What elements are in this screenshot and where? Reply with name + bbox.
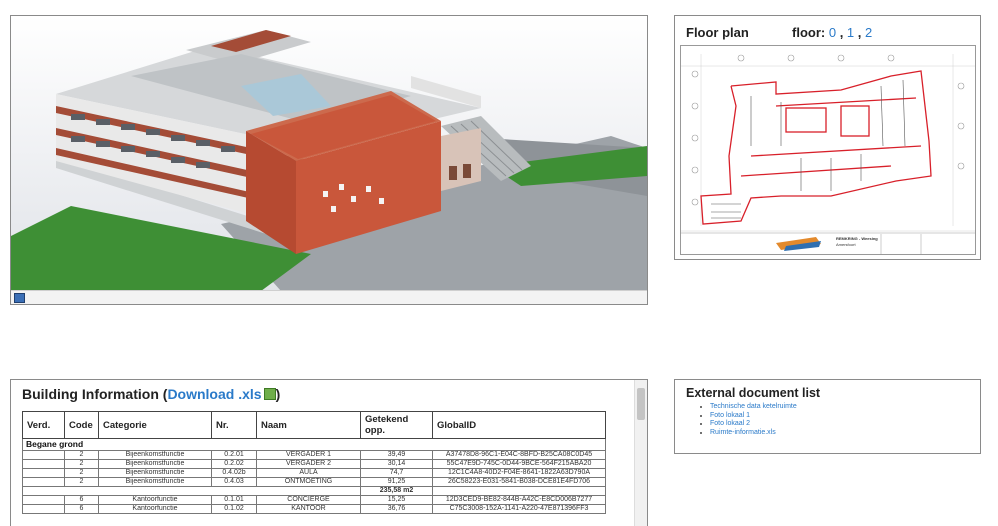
cell-code: 2: [64, 477, 99, 487]
cell-globalid: 12D3CED9-BE82-844B-A42C-E8CD006B7277: [432, 495, 606, 505]
list-item: Foto lokaal 1: [710, 412, 797, 421]
cell-code: 6: [64, 495, 99, 505]
external-document-title: External document list: [686, 386, 821, 400]
cell-opp: 39,49: [360, 450, 433, 460]
table-row[interactable]: 2 Bijeenkomstfunctie 0.4.03 ONTMOETING 9…: [22, 477, 606, 487]
cell-verd: [22, 468, 65, 478]
cell-globalid: C75C3008-152A-1141-A220-47E871396FF3: [432, 504, 606, 514]
scrollbar-thumb[interactable]: [637, 388, 645, 420]
cell-nr: 0.1.01: [211, 495, 257, 505]
cell-categorie: Bijeenkomstfunctie: [98, 468, 212, 478]
col-getekend-opp[interactable]: Getekend opp.: [360, 411, 433, 439]
cell-nr: 0.4.02b: [211, 468, 257, 478]
vertical-scrollbar[interactable]: [634, 380, 647, 526]
cell-opp: 30,14: [360, 459, 433, 469]
cell-categorie: Kantoorfunctie: [98, 504, 212, 514]
cell-code: 6: [64, 504, 99, 514]
col-globalid[interactable]: GlobalID: [432, 411, 606, 439]
floor-selector: floor: 0 , 1 , 2: [792, 25, 873, 40]
building-info-table: Verd. Code Categorie Nr. Naam Getekend o…: [22, 411, 606, 514]
col-nr[interactable]: Nr.: [211, 411, 257, 439]
list-item: Ruimte-informatie.xls: [710, 429, 797, 438]
group-label: Begane grond: [22, 438, 606, 451]
list-item: Foto lokaal 2: [710, 420, 797, 429]
floor-link-2[interactable]: 2: [865, 25, 872, 40]
col-code[interactable]: Code: [64, 411, 99, 439]
floor-plan-title: Floor plan: [686, 25, 749, 40]
plan-location: Amersfoort: [836, 242, 856, 247]
excel-icon: [263, 388, 276, 400]
cell-nr: 0.1.02: [211, 504, 257, 514]
cell-code: 2: [64, 450, 99, 460]
cell-verd: [22, 495, 65, 505]
cell-nr: 0.2.02: [211, 459, 257, 469]
floor-label: floor:: [792, 25, 826, 40]
cell-naam: VERGADER 2: [256, 459, 361, 469]
table-row[interactable]: 2 Bijeenkomstfunctie 0.4.02b AULA 74,7 1…: [22, 468, 606, 478]
cell-categorie: Bijeenkomstfunctie: [98, 477, 212, 487]
col-naam[interactable]: Naam: [256, 411, 361, 439]
cell-verd: [22, 450, 65, 460]
cell-globalid: 55C47E9D-745C-0D44-9BCE-564F215ABA20: [432, 459, 606, 469]
group-row: Begane grond: [22, 438, 606, 451]
external-document-panel: External document list Technische data k…: [674, 379, 981, 454]
cell-globalid: 12C1C4A8-40D2-F04E-8641-1822A63D790A: [432, 468, 606, 478]
table-row[interactable]: 2 Bijeenkomstfunctie 0.2.02 VERGADER 2 3…: [22, 459, 606, 469]
table-row[interactable]: 2 Bijeenkomstfunctie 0.2.01 VERGADER 1 3…: [22, 450, 606, 460]
cell-naam: ONTMOETING: [256, 477, 361, 487]
cell-verd: [22, 459, 65, 469]
cell-globalid: A37478D8-96C1-E04C-8BFD-B25CA08C0D45: [432, 450, 606, 460]
table-row[interactable]: 6 Kantoorfunctie 0.1.02 KANTOOR 36,76 C7…: [22, 504, 606, 514]
subtotal-value: 235,58 m2: [360, 486, 433, 496]
viewer-settings-icon[interactable]: [14, 293, 25, 303]
cell-categorie: Kantoorfunctie: [98, 495, 212, 505]
building-information-panel: Building Information (Download .xls) Ver…: [10, 379, 648, 526]
document-link[interactable]: Technische data ketelruimte: [710, 403, 797, 410]
cell-naam: VERGADER 1: [256, 450, 361, 460]
plan-project-name: REMKRING - Weesing: [836, 236, 878, 241]
3d-model-viewer[interactable]: [10, 15, 648, 305]
cell-categorie: Bijeenkomstfunctie: [98, 459, 212, 469]
floor-plan-panel: Floor plan floor: 0 , 1 , 2 REMKRING - W…: [674, 15, 981, 260]
document-link[interactable]: Ruimte-informatie.xls: [710, 429, 776, 436]
document-link[interactable]: Foto lokaal 2: [710, 420, 750, 427]
cell-code: 2: [64, 468, 99, 478]
floor-link-1[interactable]: 1: [847, 25, 854, 40]
cell-naam: KANTOOR: [256, 504, 361, 514]
cell-verd: [22, 504, 65, 514]
cell-opp: 74,7: [360, 468, 433, 478]
download-xls-link[interactable]: Download .xls: [167, 386, 261, 402]
table-header-row: Verd. Code Categorie Nr. Naam Getekend o…: [22, 411, 606, 439]
cell-nr: 0.2.01: [211, 450, 257, 460]
viewer-toolbar: [11, 290, 647, 304]
building-3d-render[interactable]: [11, 16, 647, 304]
cell-nr: 0.4.03: [211, 477, 257, 487]
floor-link-0[interactable]: 0: [829, 25, 836, 40]
list-item: Technische data ketelruimte: [710, 403, 797, 412]
col-verd[interactable]: Verd.: [22, 411, 65, 439]
cell-code: 2: [64, 459, 99, 469]
cell-verd: [22, 477, 65, 487]
cell-opp: 91,25: [360, 477, 433, 487]
document-link[interactable]: Foto lokaal 1: [710, 412, 750, 419]
table-row[interactable]: 6 Kantoorfunctie 0.1.01 CONCIERGE 15,25 …: [22, 495, 606, 505]
cell-naam: AULA: [256, 468, 361, 478]
cell-opp: 15,25: [360, 495, 433, 505]
building-information-heading: Building Information (Download .xls): [22, 386, 281, 402]
cell-naam: CONCIERGE: [256, 495, 361, 505]
cell-globalid: 26C58223-E031-5841-B038-DCE81E4FD706: [432, 477, 606, 487]
col-categorie[interactable]: Categorie: [98, 411, 212, 439]
cell-opp: 36,76: [360, 504, 433, 514]
cell-categorie: Bijeenkomstfunctie: [98, 450, 212, 460]
external-document-list: Technische data ketelruimte Foto lokaal …: [698, 403, 797, 437]
subtotal-row: 235,58 m2: [22, 486, 606, 496]
building-information-title: Building Information: [22, 386, 159, 402]
floor-plan-drawing[interactable]: REMKRING - Weesing Amersfoort: [680, 45, 976, 255]
